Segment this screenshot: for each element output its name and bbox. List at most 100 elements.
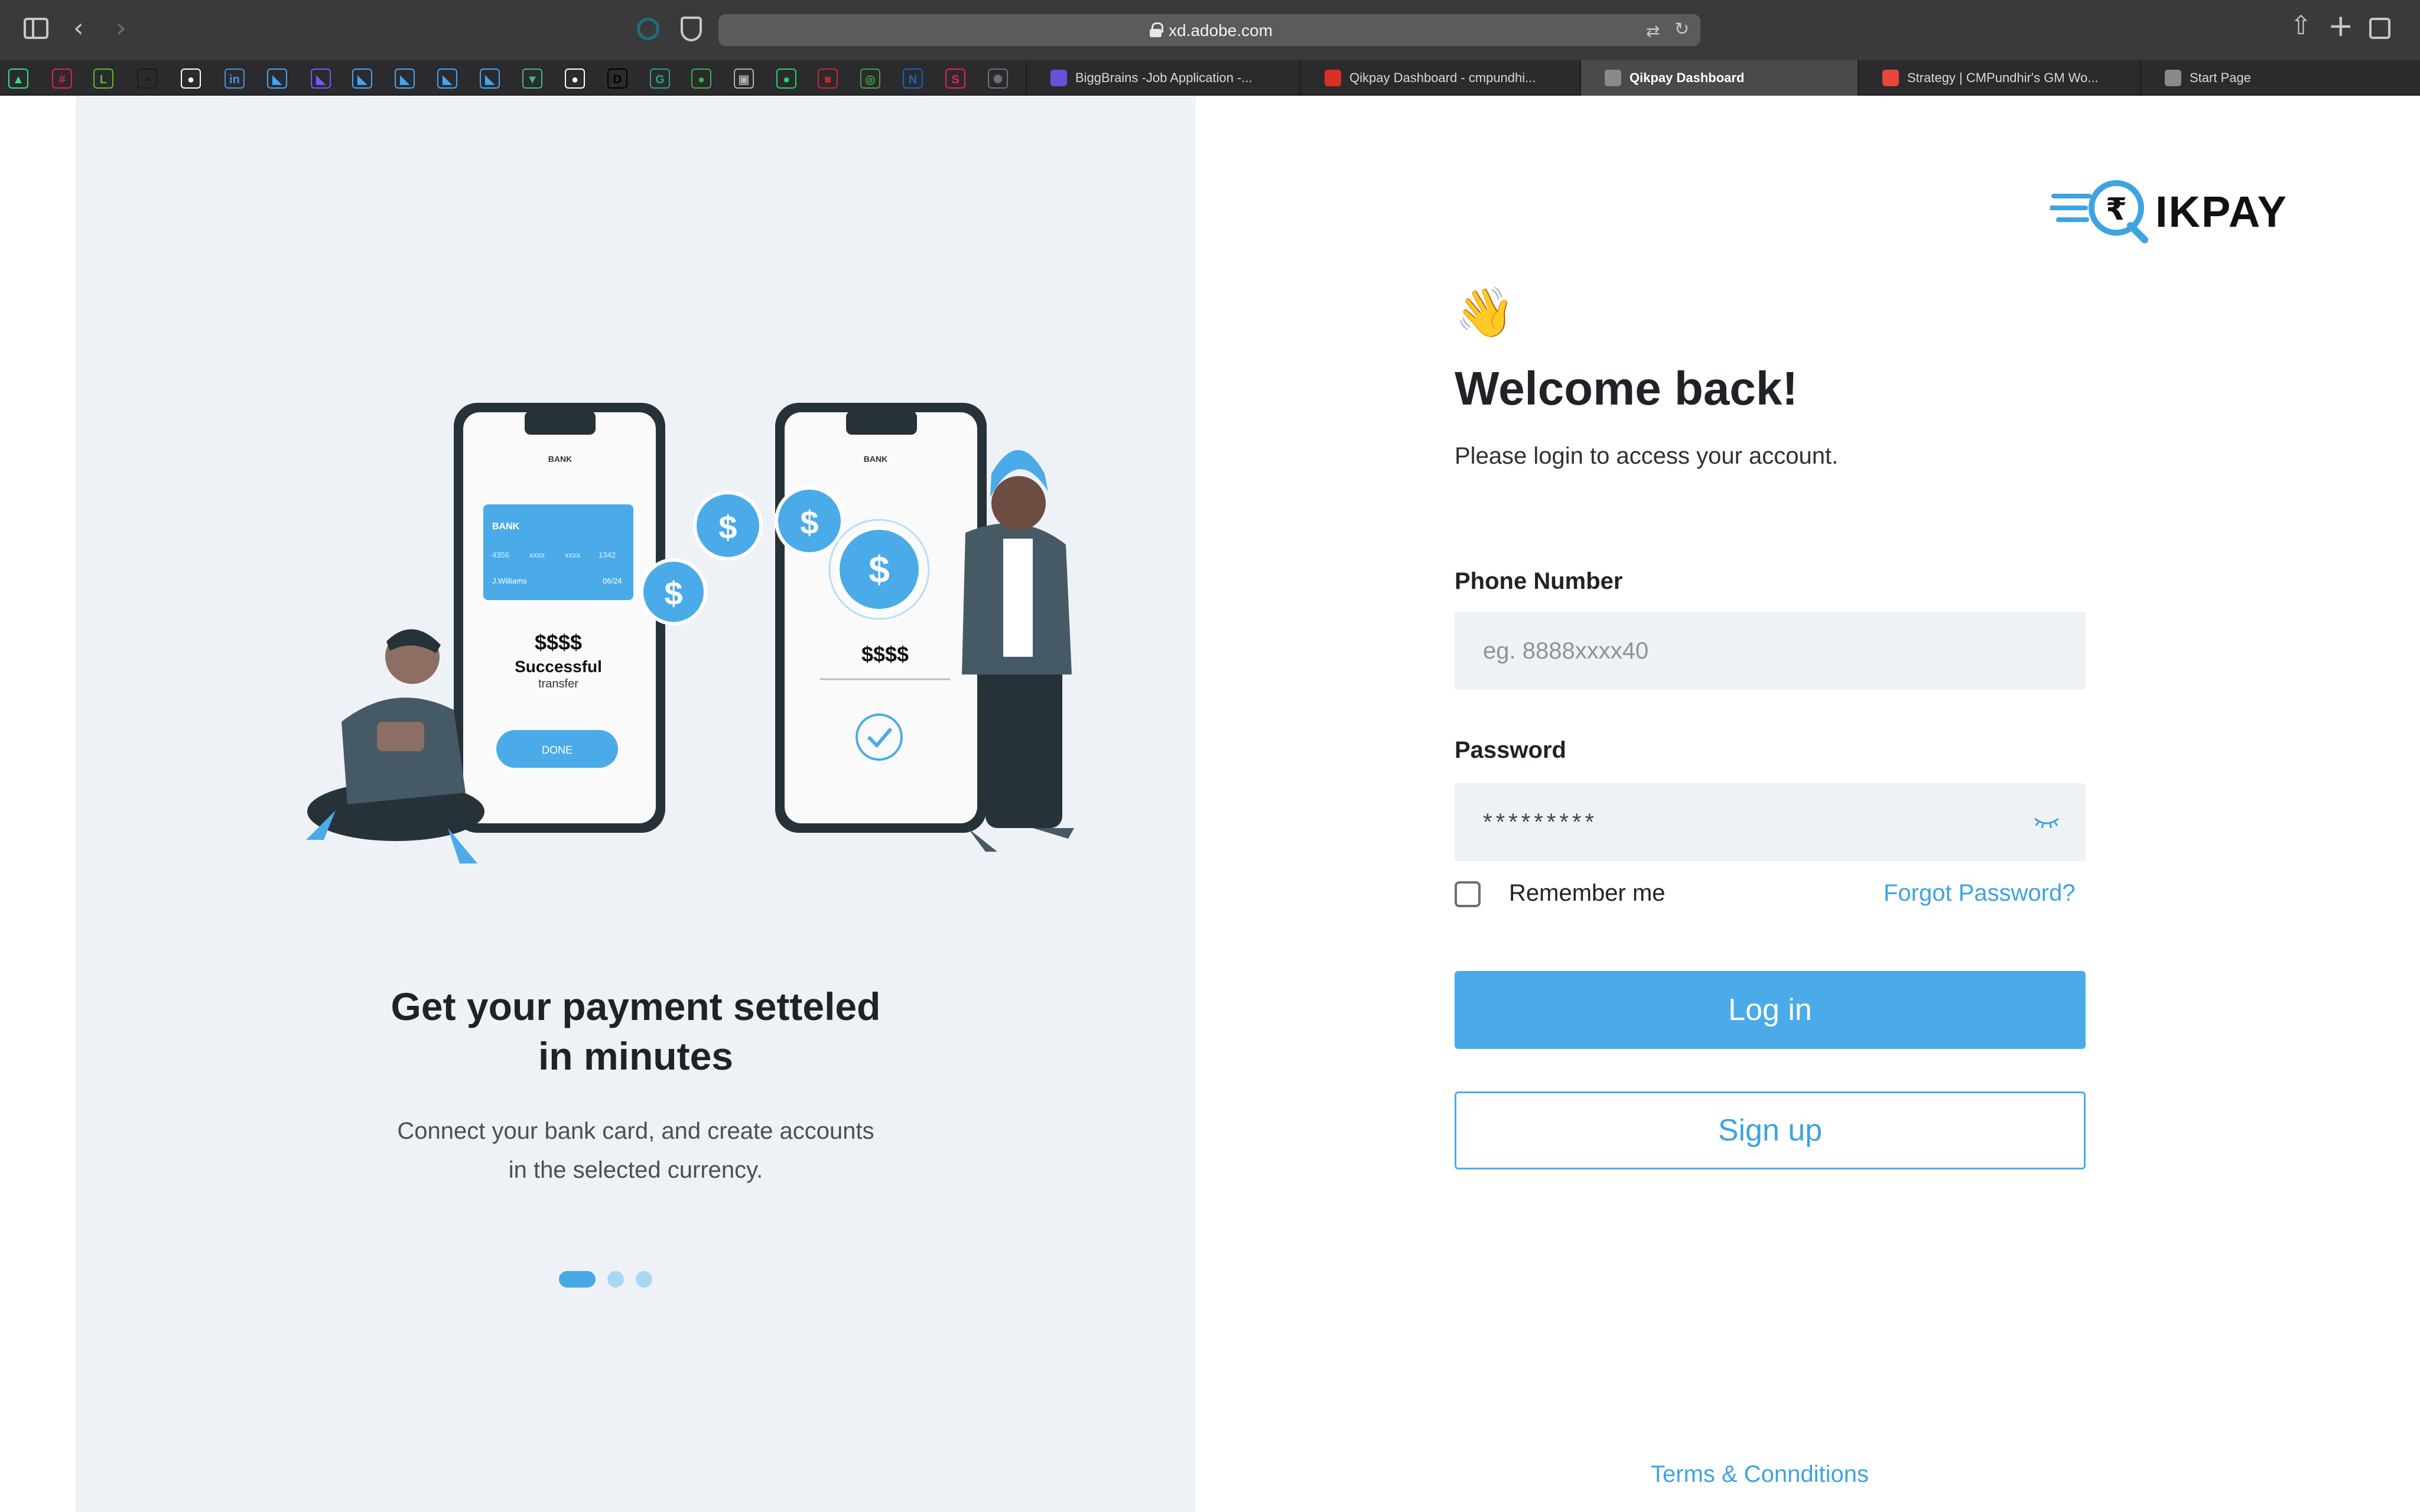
vue-icon[interactable]: ▼ (522, 69, 542, 89)
url-text: xd.adobe.com (1169, 21, 1273, 40)
tab-label: Qikpay Dashboard - cmpundhi... (1349, 70, 1536, 85)
card-bank-label: BANK (492, 522, 520, 532)
green-circle-icon[interactable]: ◎ (860, 69, 880, 89)
privacy-shield-icon[interactable] (681, 17, 702, 41)
browser-toolbar: ‹ › xd.adobe.com ⇄ ↻ ⇧ + (0, 0, 2420, 60)
card-holder: J.Williams (492, 576, 527, 585)
slack-icon[interactable]: # (52, 69, 72, 89)
phone1-done: DONE (542, 744, 573, 756)
carousel-dot-3[interactable] (636, 1271, 652, 1288)
android-icon[interactable]: ▲ (8, 69, 28, 89)
back-arrow-icon[interactable]: ‹ (73, 13, 84, 43)
tab-label: BiggBrains -Job Application -... (1075, 70, 1253, 85)
card-number-end: 1342 (599, 550, 616, 559)
login-subtitle: Please login to access your account. (1455, 443, 1839, 469)
tab-favicon-icon (1050, 70, 1067, 86)
phone1-bank-label: BANK (548, 454, 572, 464)
coin-3: $ (800, 504, 818, 541)
password-label: Password (1455, 737, 1566, 763)
lock-icon (1150, 22, 1163, 37)
nd-icon[interactable]: N (903, 69, 923, 89)
s-icon[interactable]: S (945, 69, 965, 89)
gear-icon[interactable]: ✺ (988, 69, 1008, 89)
tab-favicon-icon (1605, 70, 1621, 86)
image-icon[interactable]: ▣ (734, 69, 754, 89)
github-icon[interactable]: ● (565, 69, 585, 89)
card-number-mask2: xxxx (565, 550, 581, 559)
phone2-dollar: $ (869, 548, 890, 591)
phone-number-input[interactable] (1455, 612, 2086, 690)
github-icon[interactable]: ● (181, 69, 201, 89)
phone2-bank-label: BANK (864, 454, 887, 464)
waving-hand-icon: 👋 (1455, 285, 1515, 341)
phone1-amount: $$$$ (535, 630, 582, 654)
forward-arrow-icon[interactable]: › (116, 13, 126, 43)
flutter-icon[interactable]: ◣ (267, 69, 287, 89)
remember-me-label[interactable]: Remember me (1509, 880, 1666, 907)
tab-favicon-icon (2165, 70, 2181, 86)
welcome-heading: Welcome back! (1455, 362, 1798, 415)
reload-icon[interactable]: ↻ (1674, 19, 1689, 40)
browser-tab[interactable]: Qikpay Dashboard - cmpundhi... (1300, 60, 1580, 96)
l-icon[interactable]: L (93, 69, 113, 89)
logo-text: IKPAY (2155, 187, 2288, 236)
flutter-icon[interactable]: ◣ (480, 69, 500, 89)
browser-tab[interactable]: Qikpay Dashboard (1580, 60, 1858, 96)
tab-bar: ▲ # L • ● in ◣ ◣ ◣ ◣ ◣ ◣ ▼ ● D G ● ▣ ● ■ ◎ N S ✺ BiggBrains -Jo… (0, 60, 2420, 96)
card-number-start: 4356 (492, 550, 509, 559)
tab-overview-icon[interactable] (2369, 18, 2390, 39)
tab-favicon-icon (1325, 70, 1341, 86)
terms-link[interactable]: Terms & Connditions (1651, 1461, 1869, 1488)
share-icon[interactable]: ⇧ (2290, 11, 2312, 41)
invision-icon[interactable]: in (225, 69, 245, 89)
coin-2: $ (718, 509, 737, 546)
card-number-mask1: xxxx (529, 550, 545, 559)
red-icon[interactable]: ■ (818, 69, 838, 89)
tab-label: Qikpay Dashboard (1629, 70, 1745, 85)
sidebar-toggle-icon[interactable] (24, 18, 48, 39)
browser-tab[interactable]: BiggBrains -Job Application -... (1026, 60, 1300, 96)
remember-me-checkbox[interactable] (1455, 881, 1481, 907)
new-tab-icon[interactable]: + (2328, 8, 2354, 44)
browser-tab[interactable]: Start Page (2140, 60, 2420, 96)
page: BANK BANK 4356 xxxx xxxx 1342 J.Williams… (0, 96, 2420, 1512)
tab-label: Strategy | CMPundhir's GM Wo... (1907, 70, 2099, 85)
headline-line-1: Get your payment setteled (391, 985, 881, 1028)
carousel-dot-2[interactable] (607, 1271, 624, 1288)
phone1-transfer: transfer (538, 677, 578, 690)
app-icon[interactable]: • (137, 69, 157, 89)
rupee-icon: ₹ (2106, 192, 2127, 227)
card-expiry: 06/24 (603, 576, 622, 585)
gt-icon[interactable]: G (650, 69, 670, 89)
signup-button[interactable]: Sign up (1455, 1091, 2086, 1169)
phone-number-label: Phone Number (1455, 568, 1623, 594)
extension-icon[interactable] (637, 18, 659, 40)
flutter-icon[interactable]: ◣ (352, 69, 372, 89)
logo-mark-icon: ₹ (2050, 180, 2148, 243)
password-input[interactable] (1455, 783, 2086, 861)
phone1-success: Successful (515, 657, 602, 676)
flutter-icon[interactable]: ◣ (437, 69, 457, 89)
translate-icon[interactable]: ⇄ (1646, 21, 1660, 41)
subline-line-2: in the selected currency. (508, 1157, 763, 1183)
carousel-dot-1[interactable] (559, 1271, 596, 1288)
dev-icon[interactable]: D (607, 69, 627, 89)
onboarding-headline: Get your payment setteled in minutes (76, 982, 1196, 1081)
login-button[interactable]: Log in (1455, 971, 2086, 1049)
headline-line-2: in minutes (538, 1034, 734, 1078)
kotlin-icon[interactable]: ◣ (311, 69, 331, 89)
forgot-password-link[interactable]: Forgot Password? (1884, 880, 2076, 907)
tab-favicon-icon (1882, 70, 1899, 86)
onboarding-description: Connect your bank card, and create accou… (76, 1112, 1196, 1190)
address-bar[interactable]: xd.adobe.com ⇄ ↻ (718, 14, 1700, 46)
coin-1: $ (664, 575, 682, 612)
payment-illustration: BANK BANK 4356 xxxx xxxx 1342 J.Williams… (306, 403, 1074, 863)
onboarding-panel: BANK BANK 4356 xxxx xxxx 1342 J.Williams… (76, 96, 1196, 1512)
browser-tab[interactable]: Strategy | CMPundhir's GM Wo... (1858, 60, 2140, 96)
flutter-icon[interactable]: ◣ (395, 69, 415, 89)
green-icon[interactable]: ● (691, 69, 711, 89)
whatsapp-icon[interactable]: ● (776, 69, 796, 89)
tab-label: Start Page (2190, 70, 2251, 85)
qikpay-logo: ₹ IKPAY (2050, 178, 2286, 243)
hide-password-icon[interactable] (2034, 815, 2060, 830)
